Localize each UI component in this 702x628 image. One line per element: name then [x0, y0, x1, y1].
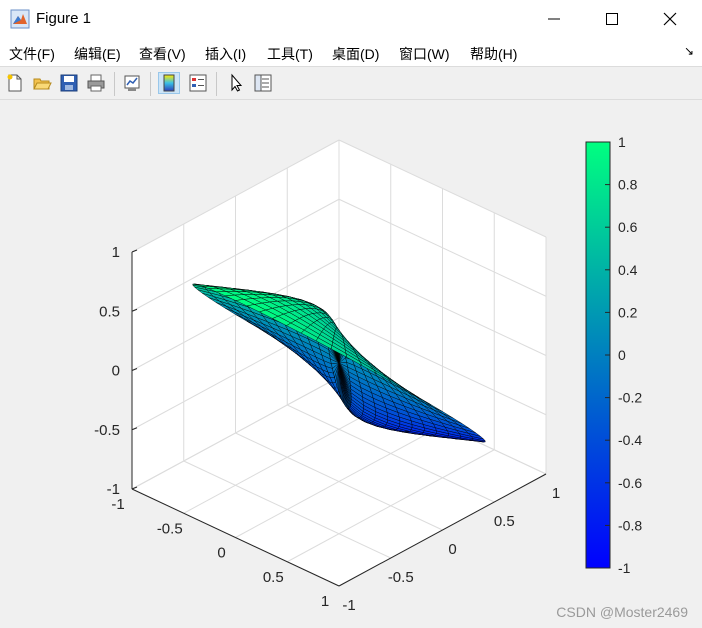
colorbar-tick-label: -0.6	[618, 475, 642, 491]
z-tick-label: 0.5	[99, 303, 120, 320]
toolbar-separator	[150, 72, 151, 96]
x-tick-label: 0.5	[494, 513, 515, 530]
colorbar-tick-label: 0	[618, 347, 626, 363]
close-button[interactable]	[642, 0, 698, 38]
new-figure-button[interactable]	[4, 72, 26, 94]
colorbar-tick-label: 0.8	[618, 177, 638, 193]
menu-file[interactable]: 文件(F)	[9, 44, 55, 64]
save-button[interactable]	[58, 72, 80, 94]
colorbar-icon	[163, 74, 175, 92]
colorbar-tick-label: 0.6	[618, 219, 638, 235]
window-titlebar: Figure 1	[0, 0, 702, 38]
link-plot-icon	[124, 75, 140, 91]
link-plot-button[interactable]	[121, 72, 143, 94]
watermark: CSDN @Moster2469	[556, 604, 688, 620]
open-file-button[interactable]	[31, 72, 53, 94]
maximize-button[interactable]	[584, 0, 640, 38]
colorbar-tick-label: 0.2	[618, 304, 638, 320]
y-tick-label: 0.5	[263, 569, 284, 586]
minimize-button[interactable]	[526, 0, 582, 38]
minimize-icon	[548, 18, 560, 20]
print-button[interactable]	[85, 72, 107, 94]
save-icon	[60, 74, 78, 92]
print-icon	[87, 74, 105, 92]
window-title: Figure 1	[36, 10, 92, 27]
figure-toolbar	[0, 66, 702, 100]
y-tick-label: 0	[217, 545, 225, 562]
legend-icon	[189, 74, 207, 92]
menu-help[interactable]: 帮助(H)	[470, 44, 517, 64]
maximize-icon	[606, 13, 618, 25]
y-tick-label: -1	[111, 496, 124, 513]
colorbar-tick-label: 0.4	[618, 262, 638, 278]
open-folder-icon	[33, 78, 52, 90]
toolbar-separator	[216, 72, 217, 96]
menu-bar: 文件(F) 编辑(E) 查看(V) 插入(I) 工具(T) 桌面(D) 窗口(W…	[0, 38, 702, 66]
colorbar-tick-label: 1	[618, 134, 626, 150]
menu-insert[interactable]: 插入(I)	[205, 44, 246, 64]
surface-plot[interactable]: -1 -0.5 0 0.5 1 -1 -0.5 0 0.5 1 -1 -0.5 0 0.5 1 1 0.8 0.…	[0, 100, 702, 628]
pointer-arrow-icon	[231, 73, 243, 92]
matlab-icon	[10, 9, 30, 29]
toolbar-dock-arrow-icon[interactable]: ↘	[684, 44, 694, 58]
menu-tools[interactable]: 工具(T)	[267, 44, 313, 64]
x-tick-label: -0.5	[388, 569, 414, 586]
property-inspector-icon	[254, 74, 272, 92]
menu-view[interactable]: 查看(V)	[139, 44, 186, 64]
colorbar-tick-label: -0.2	[618, 390, 642, 406]
y-tick-label: 1	[321, 593, 329, 610]
menu-edit[interactable]: 编辑(E)	[74, 44, 121, 64]
colorbar-tick-label: -0.4	[618, 432, 642, 448]
x-tick-label: 0	[448, 541, 456, 558]
x-tick-label: 1	[552, 485, 560, 502]
edit-plot-button[interactable]	[225, 72, 247, 94]
colorbar: 1 0.8 0.6 0.4 0.2 0 -0.2 -0.4 -0.6 -0.8 -1	[585, 134, 642, 576]
colorbar-tick-label: -1	[618, 560, 631, 576]
close-icon	[663, 12, 677, 26]
menu-desktop[interactable]: 桌面(D)	[332, 44, 379, 64]
z-tick-label: 1	[112, 244, 120, 261]
z-tick-label: -0.5	[94, 422, 120, 439]
y-tick-label: -0.5	[157, 520, 183, 537]
colorbar-tick-label: -0.8	[618, 517, 642, 533]
colorbar-toggle-button[interactable]	[158, 72, 180, 94]
insert-legend-button[interactable]	[187, 72, 209, 94]
menu-window[interactable]: 窗口(W)	[399, 44, 450, 64]
property-inspector-button[interactable]	[252, 72, 274, 94]
new-file-icon	[7, 74, 22, 92]
z-tick-label: 0	[112, 363, 120, 380]
toolbar-separator	[114, 72, 115, 96]
x-tick-label: -1	[342, 597, 355, 614]
